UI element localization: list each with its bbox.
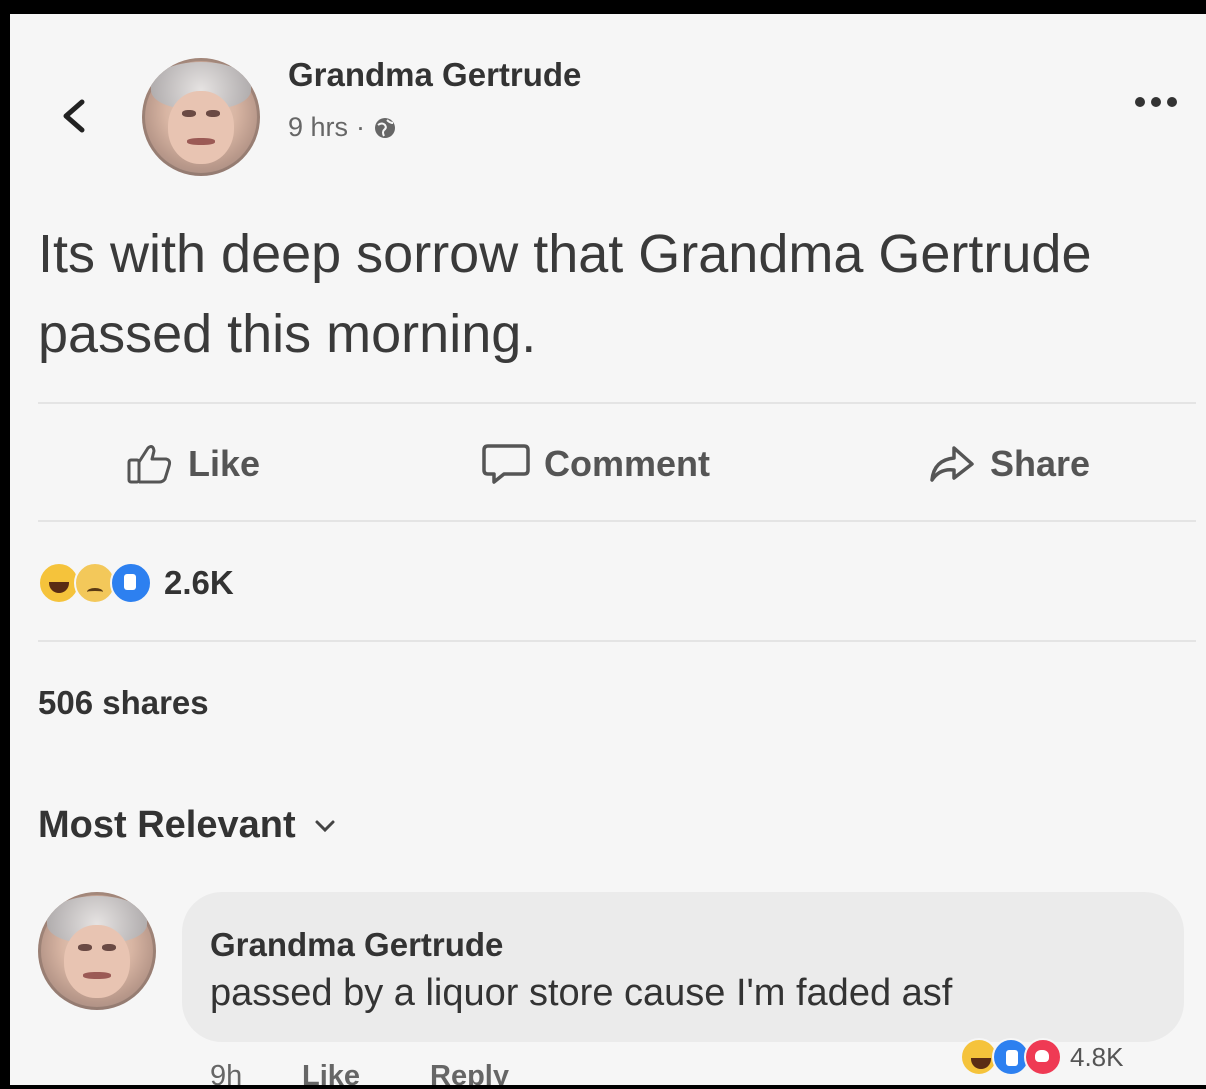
more-options-icon[interactable] [1132,94,1180,110]
comment-label: Comment [544,443,711,484]
comments-sort-dropdown[interactable]: Most Relevant [38,804,336,847]
globe-icon [375,117,396,138]
comment-time: 9h [210,1060,243,1085]
divider [38,402,1196,404]
sort-label: Most Relevant [38,804,296,846]
post-text: Its with deep sorrow that Grandma Gertru… [38,224,1092,364]
share-label: Share [990,443,1091,484]
back-chevron-icon[interactable] [54,96,94,136]
thumbs-up-icon [127,445,172,484]
like-button[interactable]: Like [126,442,260,486]
comment-author-name[interactable]: Grandma Gertrude [210,926,503,964]
chevron-down-icon [315,820,335,832]
comment-reactions[interactable]: 4.8K [960,1038,1124,1076]
post-author-name[interactable]: Grandma Gertrude [288,56,581,94]
divider [38,640,1196,642]
share-button[interactable]: Share [928,442,1090,486]
author-avatar[interactable] [142,58,260,176]
comment-reaction-count: 4.8K [1070,1041,1124,1072]
commenter-avatar[interactable] [38,892,156,1010]
comment-button[interactable]: Comment [482,442,710,486]
like-label: Like [188,443,261,484]
comment-text: passed by a liquor store cause I'm faded… [210,972,953,1014]
post-reactions[interactable]: 2.6K [38,562,234,604]
share-count[interactable]: 506 shares [38,684,209,722]
reaction-count: 2.6K [164,564,234,601]
love-reaction-icon [1024,1038,1062,1076]
comment-reply-link[interactable]: Reply [430,1060,509,1085]
like-reaction-icon [110,562,152,604]
comment-like-link[interactable]: Like [302,1060,360,1085]
post-meta: 9 hrs · [288,112,397,143]
comment-bubble-icon [482,444,530,484]
comment-bubble[interactable] [182,892,1184,1042]
post-screen: Grandma Gertrude 9 hrs · Its with deep s… [10,14,1206,1085]
divider [38,520,1196,522]
meta-separator: · [356,112,366,142]
share-arrow-icon [930,446,974,482]
post-time[interactable]: 9 hrs [288,112,348,143]
